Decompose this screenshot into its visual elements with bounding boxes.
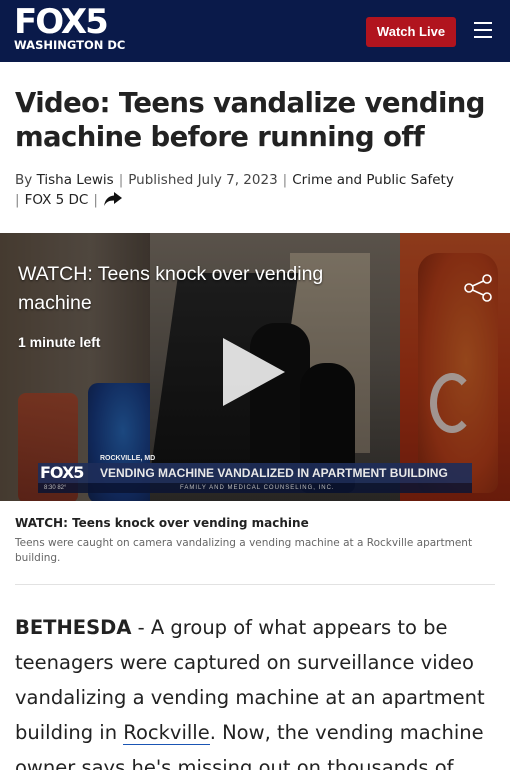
published-date: Published July 7, 2023 [128, 172, 278, 188]
video-caption-title: WATCH: Teens knock over vending machine [15, 516, 309, 530]
source-link[interactable]: FOX 5 DC [25, 192, 89, 208]
dateline: BETHESDA [15, 616, 132, 639]
chyron-location: ROCKVILLE, MD [100, 455, 156, 462]
logo-market: WASHINGTON DC [14, 38, 126, 52]
fox5-logo[interactable]: FOX5 WASHINGTON DC [14, 4, 125, 51]
article-headline: Video: Teens vandalize vending machine b… [15, 87, 485, 153]
hamburger-menu-icon[interactable] [474, 22, 492, 38]
watch-live-button[interactable]: Watch Live [366, 17, 456, 47]
video-share-icon[interactable] [463, 273, 493, 303]
separator: | [15, 192, 20, 208]
divider [15, 584, 495, 585]
separator: | [282, 172, 288, 188]
share-icon[interactable] [103, 191, 123, 207]
video-title: WATCH: Teens knock over vending machine [18, 263, 324, 314]
article-body-paragraph: BETHESDA - A group of what appears to be… [15, 610, 497, 770]
category-link[interactable]: Crime and Public Safety [292, 172, 454, 188]
separator: | [118, 172, 124, 188]
video-player[interactable]: WATCH: Teens knock over vending machine … [0, 233, 510, 501]
video-caption-description: Teens were caught on camera vandalizing … [15, 537, 473, 564]
chyron-headline: VENDING MACHINE VANDALIZED IN APARTMENT … [100, 466, 448, 480]
separator: | [93, 192, 98, 208]
author-link[interactable]: Tisha Lewis [37, 172, 114, 188]
rockville-link[interactable]: Rockville [123, 721, 210, 745]
logo-wordmark: FOX5 [14, 2, 109, 42]
site-header: FOX5 WASHINGTON DC Watch Live [0, 0, 510, 62]
chyron-subtext: FAMILY AND MEDICAL COUNSELING, INC. [180, 485, 335, 491]
play-button-icon[interactable] [223, 338, 285, 406]
byline-prefix: By [15, 172, 33, 188]
chyron-logo: FOX5 [40, 463, 84, 482]
chyron-clock: 8:30 82° [44, 485, 67, 491]
article-byline: By Tisha Lewis | Published July 7, 2023 | Cr… [15, 170, 495, 210]
video-time-left: 1 minute left [18, 334, 101, 350]
